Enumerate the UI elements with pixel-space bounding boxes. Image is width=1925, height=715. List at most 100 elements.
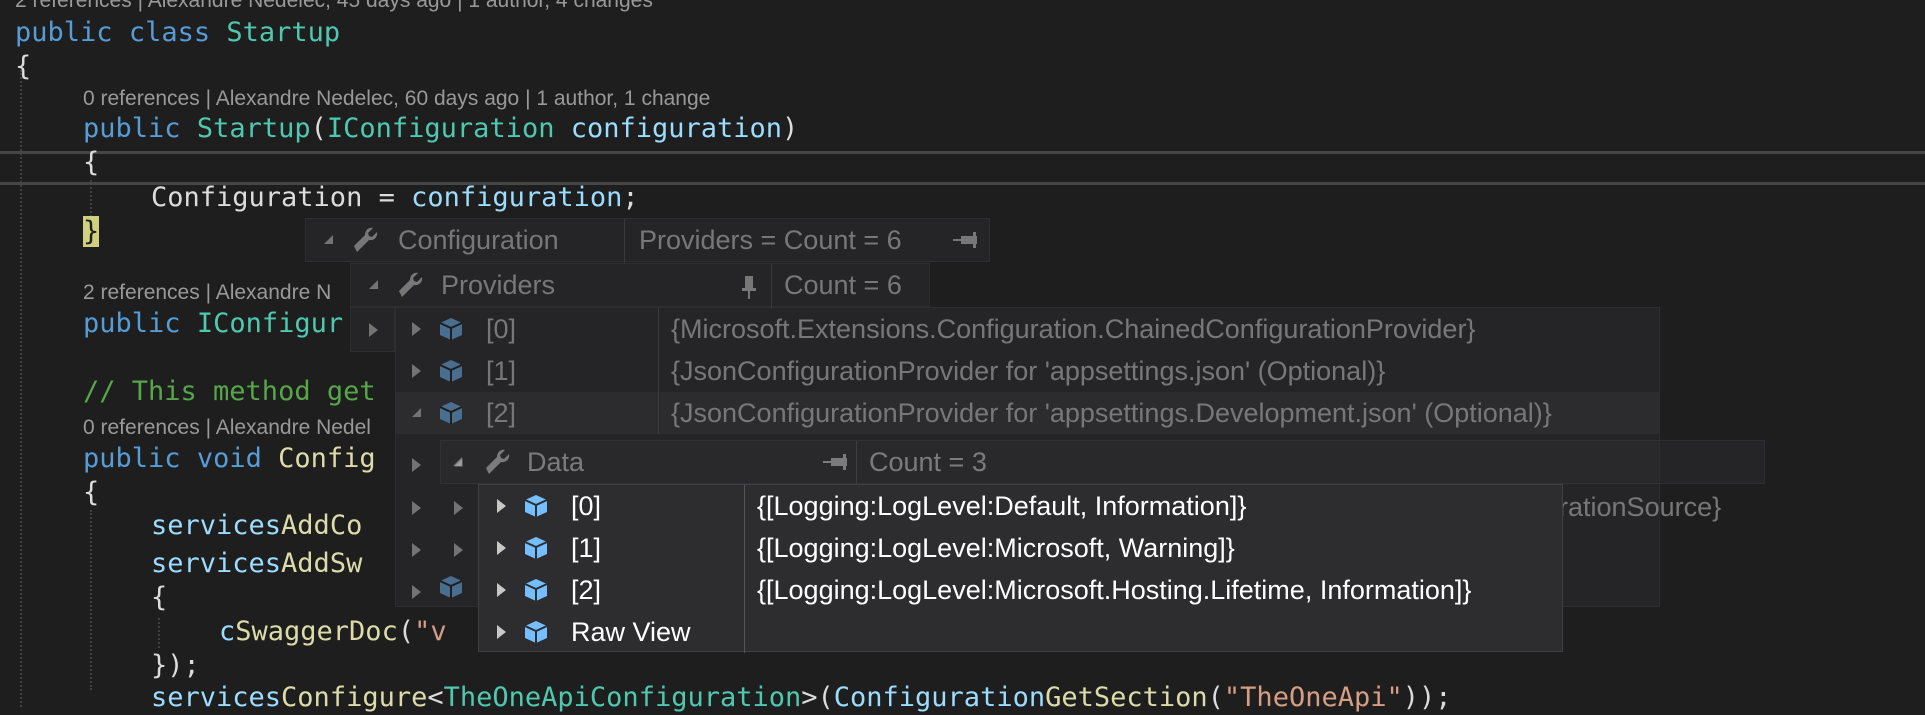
codelens[interactable]: 2 references | Alexandre N [83,280,331,306]
list-item[interactable]: [1] {[Logging:LogLevel:Microsoft, Warnin… [479,527,1562,569]
type-name: IConfiguration [326,113,555,144]
list-item[interactable]: [2] {JsonConfigurationProvider for 'apps… [396,392,1659,434]
list-item[interactable]: [2] {[Logging:LogLevel:Microsoft.Hosting… [479,569,1562,611]
item-index: [2] [486,398,517,428]
method-name: AddSw [281,548,363,579]
datatip-configuration[interactable]: Configuration Providers = Count = 6 [305,218,990,263]
list-item-raw-view[interactable]: Raw View [479,611,744,653]
item-value: {JsonConfigurationProvider for 'appsetti… [671,398,1552,428]
collapsed-arrow-icon[interactable] [497,499,506,513]
type-name: IConfigur [196,308,344,339]
wrench-icon [486,449,510,474]
matched-brace: } [83,216,100,247]
item-index: [2] [571,575,602,605]
keyword: public [15,17,113,48]
string-literal: "v [414,616,447,647]
column-separator [744,485,745,653]
object-icon [439,318,463,340]
object-icon [439,402,463,424]
item-index: [1] [486,356,517,386]
collapsed-arrow-icon[interactable] [412,322,421,336]
punct: >( [801,682,834,713]
method-name: GetSection [1045,682,1208,713]
column-separator [658,308,659,434]
keyword: public [83,443,181,474]
keyword: public [83,113,181,144]
item-value: {Microsoft.Extensions.Configuration.Chai… [671,314,1476,344]
method-name: AddCo [281,510,363,541]
object-icon [439,576,463,598]
item-value: {[Logging:LogLevel:Default, Information]… [757,491,1247,521]
expanded-arrow-icon[interactable] [369,280,378,289]
codelens[interactable]: 0 references | Alexandre Nedel [83,415,371,441]
wrench-icon [354,227,378,252]
code-line: public void Config [83,442,376,476]
code-line: { [151,582,168,613]
code-line: servicesConfigure<TheOneApiConfiguration… [151,681,1452,715]
expanded-arrow-icon[interactable] [453,457,462,466]
item-value: {JsonConfigurationProvider for 'appsetti… [671,356,1386,386]
object-icon [439,360,463,382]
code-line: { [15,51,32,82]
param-name: configuration [570,113,783,144]
item-index: Raw View [571,617,691,647]
datatip-value: Count = 6 [784,270,902,300]
identifier: c [219,616,236,647]
punct: )); [1402,682,1452,713]
collapsed-arrow-icon[interactable] [497,625,506,639]
punct: ( [1207,682,1224,713]
punct: ) [782,113,799,144]
list-item[interactable]: [0] {[Logging:LogLevel:Default, Informat… [479,485,1562,527]
type-name: Startup [226,17,341,48]
column-separator [771,264,772,308]
indent-guide [90,180,92,220]
method-name: Config [278,443,376,474]
data-list[interactable]: [0] {[Logging:LogLevel:Default, Informat… [478,484,1563,653]
datatip-data[interactable]: Data Count = 3 [440,440,1765,485]
collapsed-arrow-icon[interactable] [497,541,506,555]
datatip-configuration-children [350,307,395,352]
collapsed-arrow-icon[interactable] [412,458,421,472]
collapsed-arrow-icon[interactable] [412,501,421,515]
expanded-arrow-icon[interactable] [324,235,333,244]
code-line: public IConfigur [83,307,343,341]
code-comment: // This method get [83,376,376,407]
column-separator [856,441,857,485]
collapsed-arrow-icon[interactable] [412,364,421,378]
code-line: servicesAddCo [151,509,362,543]
datatip-name: Data [527,447,585,477]
code-line: public class Startup [15,16,340,50]
list-item[interactable]: [1] {JsonConfigurationProvider for 'apps… [396,350,1659,392]
collapsed-arrow-icon[interactable] [369,323,378,337]
method-name: Configure [281,682,428,713]
collapsed-arrow-icon[interactable] [454,501,463,515]
indent-guide [158,618,160,648]
method-name: SwaggerDoc [235,616,398,647]
identifier: services [151,682,282,713]
punct: ; [622,182,639,213]
code-line: cSwaggerDoc("v [219,615,447,649]
object-icon [524,495,548,517]
datatip-providers[interactable]: Providers Count = 6 [350,263,930,308]
punct: ( [310,113,327,144]
datatip-value: Count = 3 [869,447,987,477]
pin-icon[interactable] [821,452,851,474]
keyword: void [196,443,262,474]
identifier: services [151,510,282,541]
type-name: Startup [196,113,311,144]
list-item[interactable]: [0] {Microsoft.Extensions.Configuration.… [396,308,1659,350]
collapsed-arrow-icon[interactable] [497,583,506,597]
identifier: Configuration [833,682,1046,713]
collapsed-arrow-icon[interactable] [454,543,463,557]
codelens[interactable]: 0 references | Alexandre Nedelec, 60 day… [83,86,710,112]
code-line: servicesAddSw [151,547,362,581]
indent-guide [90,510,92,690]
pin-icon[interactable] [951,230,981,252]
collapsed-arrow-icon[interactable] [412,543,421,557]
expanded-arrow-icon[interactable] [412,408,421,417]
item-value: urationSource} [1544,492,1722,522]
pin-icon[interactable] [741,274,757,300]
collapsed-arrow-icon[interactable] [412,585,421,599]
codelens[interactable]: 2 references | Alexandre Nedelec, 45 day… [15,0,653,14]
code-line: { [83,477,100,508]
